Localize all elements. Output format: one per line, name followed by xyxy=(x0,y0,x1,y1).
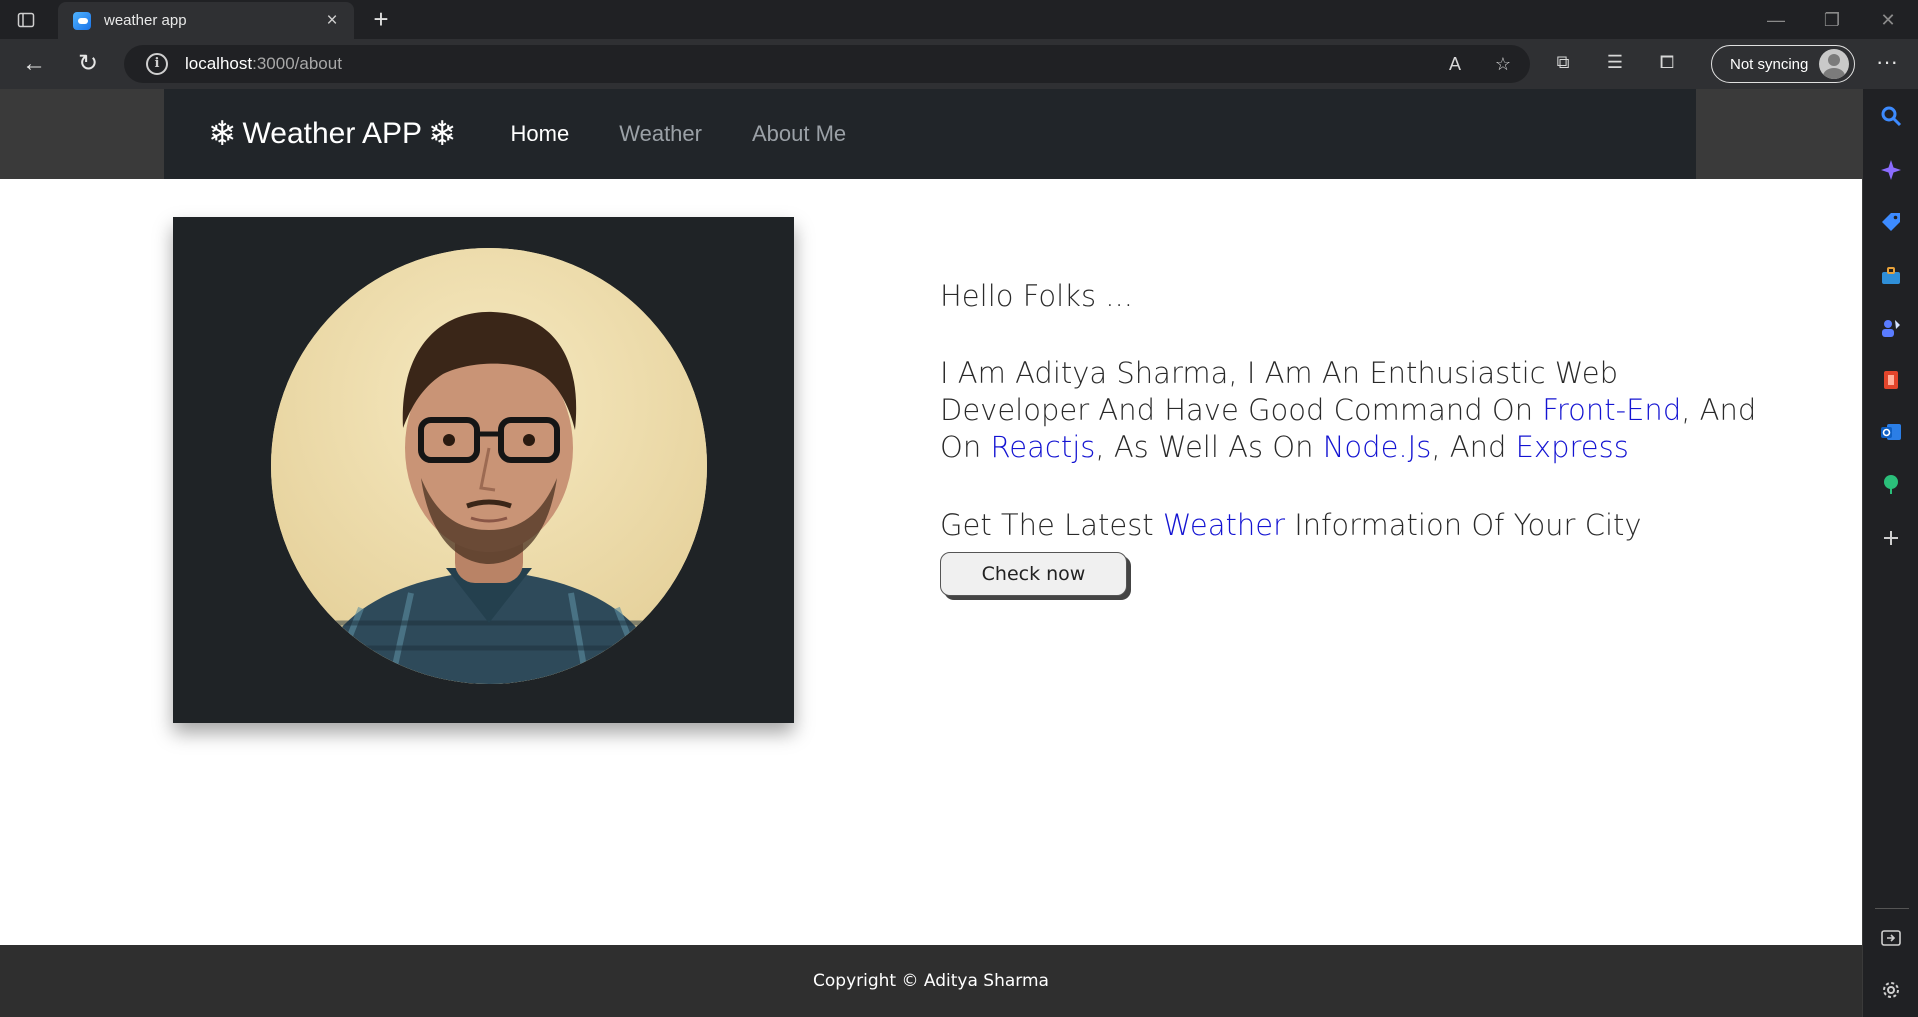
profile-sync-button[interactable]: Not syncing xyxy=(1711,45,1855,83)
bio-text: , And xyxy=(1431,430,1516,464)
add-favorite-icon[interactable]: ☆ xyxy=(1490,51,1516,77)
tech-front-end: Front-End xyxy=(1542,393,1682,427)
bio-paragraph: I Am Aditya Sharma, I Am An Enthusiastic… xyxy=(940,355,1760,466)
sync-label: Not syncing xyxy=(1730,55,1809,73)
nav-link-about-me[interactable]: About Me xyxy=(752,121,846,147)
restore-icon[interactable]: ❐ xyxy=(1812,6,1852,34)
new-tab-button[interactable]: + xyxy=(366,5,396,35)
more-menu-icon[interactable]: ··· xyxy=(1872,49,1902,79)
nav-link-weather[interactable]: Weather xyxy=(619,121,702,147)
hide-sidebar-icon[interactable] xyxy=(1879,926,1903,950)
edge-sidebar xyxy=(1862,89,1918,1017)
back-icon[interactable]: ← xyxy=(19,49,49,79)
weather-favicon-icon xyxy=(73,11,91,30)
tech-reactjs: Reactjs xyxy=(990,430,1096,464)
read-aloud-icon[interactable]: A xyxy=(1442,51,1468,77)
tab-actions-icon[interactable] xyxy=(14,8,38,32)
snowflake-icon: ❄ xyxy=(208,115,237,153)
bio-text: , As Well As On xyxy=(1095,430,1323,464)
copyright-text: Copyright © Aditya Sharma xyxy=(813,971,1049,991)
site-navbar: ❄ Weather APP ❄ Home Weather About Me xyxy=(164,89,1696,179)
brand-logo[interactable]: ❄ Weather APP ❄ xyxy=(208,117,457,151)
tech-nodejs: Node.Js xyxy=(1322,430,1432,464)
web-page: ❄ Weather APP ❄ Home Weather About Me He… xyxy=(0,89,1862,1017)
profile-photo-card xyxy=(173,217,794,723)
browser-toolbar: ← ↻ i localhost:3000/about A ☆ ⧉ ☰ ⧠ Not… xyxy=(0,39,1918,89)
reload-icon[interactable]: ↻ xyxy=(73,49,103,79)
site-info-icon[interactable]: i xyxy=(146,53,168,75)
close-window-icon[interactable]: ✕ xyxy=(1868,6,1908,34)
profile-portrait xyxy=(271,248,707,684)
tab-close-icon[interactable]: × xyxy=(320,10,344,32)
collections-icon[interactable]: ⧠ xyxy=(1654,49,1680,75)
snowflake-icon: ❄ xyxy=(428,115,457,153)
tools-briefcase-icon[interactable] xyxy=(1879,264,1903,288)
tab-title: weather app xyxy=(104,12,187,29)
outlook-icon[interactable] xyxy=(1879,420,1903,444)
bio-text: I Am Aditya Sharma, I Am An Enthusiastic… xyxy=(940,356,1619,427)
browser-tab[interactable]: weather app × xyxy=(58,2,354,39)
favorites-icon[interactable]: ☰ xyxy=(1602,49,1628,75)
search-icon[interactable] xyxy=(1879,104,1903,128)
weather-cta-text: Get The Latest Weather Information Of Yo… xyxy=(940,506,1760,544)
url-host: localhost xyxy=(185,54,253,73)
url-text[interactable]: localhost:3000/about xyxy=(185,54,342,74)
cta-suffix: Information Of Your City xyxy=(1285,508,1642,542)
about-content: Hello Folks ... I Am Aditya Sharma, I Am… xyxy=(940,277,1760,596)
cta-weather-highlight: Weather xyxy=(1162,508,1286,542)
sidebar-divider xyxy=(1875,908,1909,909)
greeting-text: Hello Folks ... xyxy=(940,279,1133,313)
check-now-button[interactable]: Check now xyxy=(940,552,1127,596)
drop-tree-icon[interactable] xyxy=(1879,472,1903,496)
address-bar[interactable]: i localhost:3000/about A ☆ xyxy=(124,45,1530,83)
browser-tab-bar: weather app × + — ❐ ✕ xyxy=(0,0,1918,39)
minimize-icon[interactable]: — xyxy=(1756,6,1796,34)
extensions-icon[interactable]: ⧉ xyxy=(1550,49,1576,75)
add-icon[interactable] xyxy=(1879,526,1903,550)
office-icon[interactable] xyxy=(1879,368,1903,392)
shopping-tag-icon[interactable] xyxy=(1879,210,1903,234)
settings-gear-icon[interactable] xyxy=(1879,978,1903,1002)
site-footer: Copyright © Aditya Sharma xyxy=(0,945,1862,1017)
tech-express: Express xyxy=(1515,430,1629,464)
games-icon[interactable] xyxy=(1879,316,1903,340)
profile-avatar-icon xyxy=(1819,49,1849,79)
brand-title: Weather APP xyxy=(242,117,423,150)
cta-prefix: Get The Latest xyxy=(940,508,1163,542)
nav-link-home[interactable]: Home xyxy=(511,121,570,147)
url-path: :3000/about xyxy=(252,54,342,73)
copilot-sparkle-icon[interactable] xyxy=(1879,158,1903,182)
